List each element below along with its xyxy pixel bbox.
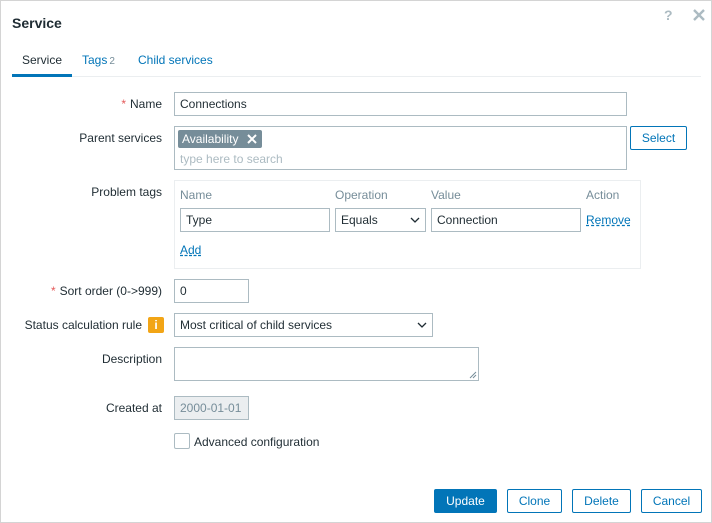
column-header-action: Action bbox=[586, 188, 620, 202]
sort-order-label: * Sort order (0->999) bbox=[51, 284, 162, 298]
delete-button[interactable]: Delete bbox=[572, 489, 631, 513]
select-value: Equals bbox=[341, 213, 378, 227]
tab-count-badge: 2 bbox=[109, 56, 115, 67]
update-button[interactable]: Update bbox=[434, 489, 497, 513]
name-label-text: Name bbox=[129, 97, 162, 111]
dialog-title: Service bbox=[12, 15, 62, 31]
parent-service-chip: Availability bbox=[178, 130, 263, 148]
parent-services-search-input[interactable]: type here to search bbox=[180, 152, 283, 166]
clone-button[interactable]: Clone bbox=[507, 489, 562, 513]
advanced-configuration-checkbox[interactable] bbox=[174, 433, 190, 449]
created-at-label: Created at bbox=[105, 401, 162, 415]
tab-label: Tags bbox=[82, 53, 108, 67]
tab-label: Service bbox=[21, 53, 62, 67]
tab-service[interactable]: Service bbox=[12, 45, 72, 77]
advanced-configuration-label[interactable]: Advanced configuration bbox=[194, 435, 319, 449]
tab-label: Child services bbox=[138, 53, 213, 67]
created-at-field: 2000-01-01 bbox=[174, 396, 249, 420]
required-marker: * bbox=[121, 97, 126, 111]
select-parent-button[interactable]: Select bbox=[630, 126, 687, 150]
tag-value-input[interactable]: Connection bbox=[431, 208, 581, 232]
tab-tags[interactable]: Tags 2 bbox=[82, 45, 115, 76]
problem-tags-table: Name Operation Value Action Type Equals … bbox=[174, 180, 641, 269]
remove-tag-link[interactable]: Remove bbox=[586, 213, 631, 227]
name-input[interactable]: Connections bbox=[174, 92, 627, 116]
status-rule-label: Status calculation rule bbox=[24, 318, 142, 332]
name-label: * Name bbox=[121, 97, 162, 111]
tab-child-services[interactable]: Child services bbox=[138, 45, 213, 76]
select-value: Most critical of child services bbox=[180, 318, 333, 332]
column-header-operation: Operation bbox=[335, 188, 388, 202]
description-textarea[interactable] bbox=[174, 347, 479, 381]
column-header-value: Value bbox=[431, 188, 461, 202]
cancel-button[interactable]: Cancel bbox=[641, 489, 702, 513]
chevron-down-icon bbox=[410, 217, 420, 223]
service-dialog: Service ? Service Tags 2 Child services *… bbox=[0, 0, 712, 523]
remove-chip-icon[interactable] bbox=[246, 133, 258, 145]
required-marker: * bbox=[50, 284, 56, 298]
resize-grip-icon[interactable] bbox=[469, 371, 477, 379]
description-label: Description bbox=[101, 352, 162, 366]
problem-tags-label: Problem tags bbox=[91, 185, 162, 199]
add-tag-link[interactable]: Add bbox=[180, 243, 201, 257]
tag-operation-select[interactable]: Equals bbox=[335, 208, 426, 232]
sort-order-input[interactable]: 0 bbox=[174, 279, 249, 303]
tag-name-input[interactable]: Type bbox=[180, 208, 330, 232]
help-icon[interactable]: ? bbox=[664, 7, 673, 23]
chevron-down-icon bbox=[417, 322, 427, 328]
parent-services-multiselect[interactable]: Availability type here to search bbox=[174, 126, 627, 170]
chip-label: Availability bbox=[182, 132, 239, 146]
status-rule-select[interactable]: Most critical of child services bbox=[174, 313, 433, 337]
close-icon[interactable] bbox=[691, 7, 707, 23]
tab-bar: Service Tags 2 Child services bbox=[12, 45, 701, 77]
parent-services-label: Parent services bbox=[79, 131, 162, 145]
column-header-name: Name bbox=[180, 188, 213, 202]
info-icon[interactable]: i bbox=[148, 317, 164, 333]
sort-order-label-text: Sort order (0->999) bbox=[59, 284, 162, 298]
